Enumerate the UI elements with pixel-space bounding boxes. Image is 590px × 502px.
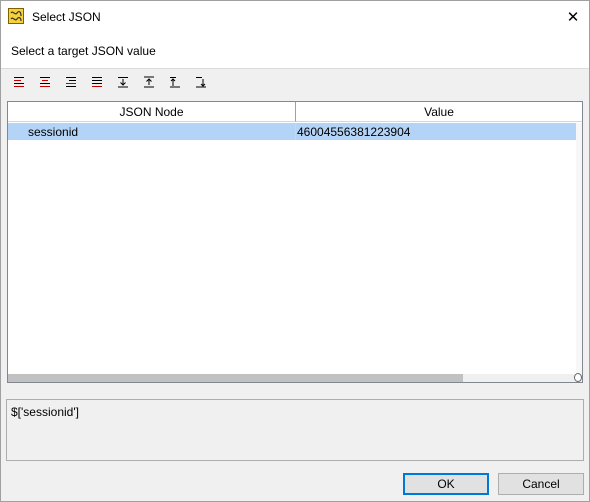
select-json-dialog: Select JSON ✕ Select a target JSON value — [0, 0, 590, 502]
instruction-header: Select a target JSON value — [1, 32, 589, 69]
json-path-text: $['sessionid'] — [11, 405, 79, 419]
cancel-button[interactable]: Cancel — [498, 473, 584, 495]
app-icon — [8, 8, 24, 24]
justify-button[interactable] — [84, 71, 110, 93]
ok-button[interactable]: OK — [403, 473, 489, 495]
move-bottom-button[interactable] — [110, 71, 136, 93]
table-row[interactable]: sessionid 46004556381223904 — [8, 123, 576, 140]
align-center-button[interactable] — [32, 71, 58, 93]
window-title: Select JSON — [32, 10, 101, 24]
column-header-value[interactable]: Value — [296, 102, 582, 122]
align-left-icon — [14, 77, 24, 87]
move-up-button[interactable] — [162, 71, 188, 93]
move-down-button[interactable] — [188, 71, 214, 93]
horizontal-scroll-thumb[interactable] — [8, 374, 463, 382]
column-header-json-node[interactable]: JSON Node — [8, 102, 296, 122]
close-button[interactable]: ✕ — [557, 1, 589, 32]
resize-grip-icon — [574, 373, 582, 382]
json-node-cell: sessionid — [28, 125, 79, 139]
justify-icon — [92, 77, 102, 87]
move-top-button[interactable] — [136, 71, 162, 93]
json-path-field[interactable]: $['sessionid'] — [6, 399, 584, 461]
vertical-scrollbar[interactable] — [576, 123, 582, 374]
align-left-button[interactable] — [6, 71, 32, 93]
move-bottom-icon — [118, 77, 128, 88]
value-cell: 46004556381223904 — [297, 125, 411, 139]
close-icon: ✕ — [566, 8, 580, 26]
align-right-button[interactable] — [58, 71, 84, 93]
horizontal-scrollbar[interactable] — [8, 374, 582, 382]
align-center-icon — [40, 77, 50, 87]
move-top-icon — [144, 76, 154, 88]
toolbar — [6, 71, 214, 93]
json-tree-grid[interactable]: JSON Node Value sessionid 46004556381223… — [7, 101, 583, 383]
instruction-text: Select a target JSON value — [11, 44, 156, 58]
move-up-icon — [170, 77, 180, 88]
cell-divider — [295, 123, 296, 140]
title-bar: Select JSON ✕ — [1, 1, 589, 32]
align-right-icon — [66, 77, 76, 87]
move-down-icon — [196, 77, 206, 88]
